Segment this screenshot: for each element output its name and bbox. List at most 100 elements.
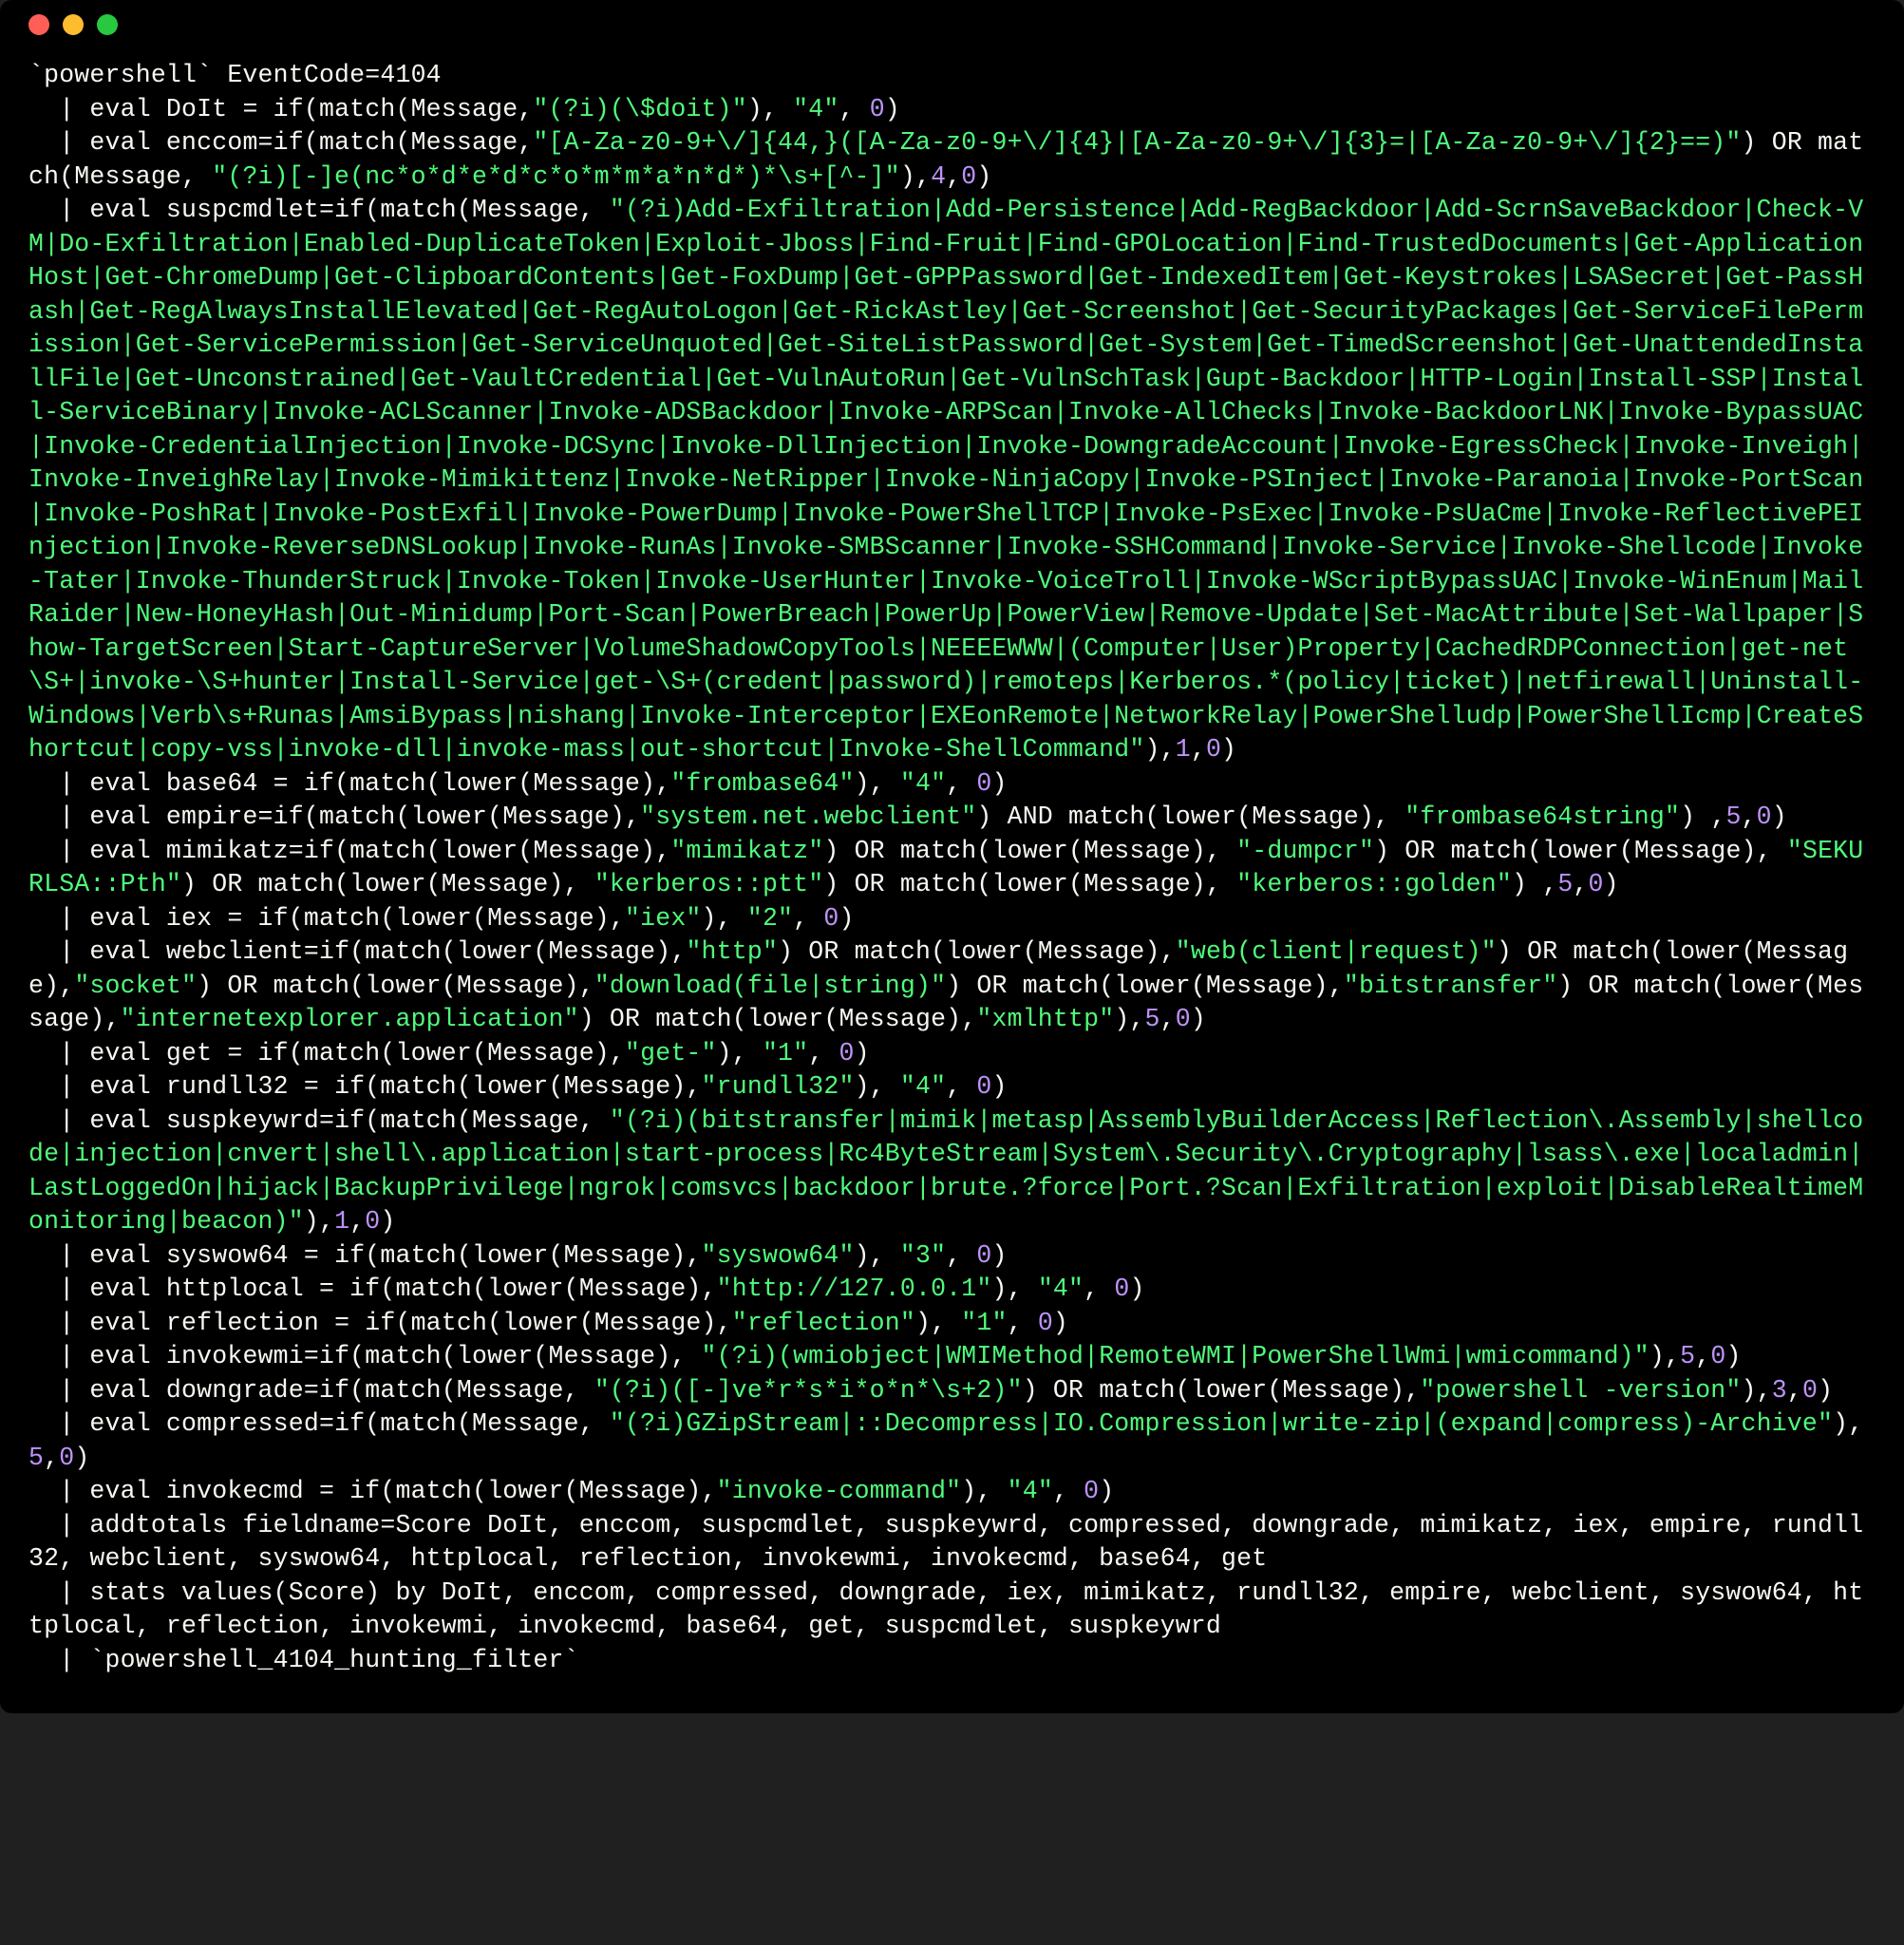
string-token: "4" <box>1008 1477 1053 1505</box>
string-token: "[A-Za-z0-9+\/]{44,}([A-Za-z0-9+\/]{4}|[… <box>533 128 1741 157</box>
number-token: 0 <box>1176 1005 1191 1033</box>
code-token: ) OR match(lower(Message), <box>197 972 594 1000</box>
code-token: ) AND match(lower(Message), <box>976 803 1404 831</box>
string-token: "frombase64" <box>670 769 854 798</box>
code-token: ) OR match(lower(Message), <box>823 837 1236 865</box>
code-token: ), <box>855 1072 900 1101</box>
code-token: , <box>44 1444 59 1472</box>
number-token: 0 <box>1206 735 1221 764</box>
string-token: "socket" <box>74 972 197 1000</box>
string-token: "4" <box>900 769 946 798</box>
string-token: "http://127.0.0.1" <box>717 1275 992 1303</box>
number-token: 5 <box>1680 1342 1695 1370</box>
code-token: ) , <box>1680 803 1725 831</box>
code-token: ), <box>992 1275 1038 1303</box>
code-token: , <box>1191 735 1206 764</box>
code-token: , <box>946 162 961 191</box>
code-token: , <box>1053 1477 1084 1505</box>
string-token: "mimikatz" <box>670 837 823 865</box>
number-token: 0 <box>1710 1342 1725 1370</box>
code-token: ), <box>1650 1342 1680 1370</box>
string-token: "download(file|string)" <box>594 972 946 1000</box>
string-token: "3" <box>900 1241 946 1270</box>
code-token: ) OR match(lower(Message), <box>778 937 1176 966</box>
code-token: ), <box>1742 1376 1772 1405</box>
code-token: ), <box>900 162 931 191</box>
code-token: ), <box>717 1039 763 1067</box>
string-token: "-dumpcr" <box>1236 837 1374 865</box>
titlebar <box>0 0 1904 49</box>
code-token: , <box>1160 1005 1176 1033</box>
code-token: , <box>1084 1275 1114 1303</box>
string-token: "powershell -version" <box>1420 1376 1741 1405</box>
number-token: 0 <box>1757 803 1772 831</box>
string-token: "web(client|request)" <box>1176 937 1497 966</box>
string-token: "invoke-command" <box>717 1477 962 1505</box>
string-token: "4" <box>793 95 839 123</box>
code-token: ), <box>961 1477 1007 1505</box>
string-token: "bitstransfer" <box>1344 972 1557 1000</box>
string-token: "(?i)(\$doit)" <box>533 95 746 123</box>
number-token: 5 <box>28 1444 44 1472</box>
code-token: ) OR match(lower(Message), <box>1374 837 1787 865</box>
string-token: "syswow64" <box>702 1241 855 1270</box>
string-token: "kerberos::golden" <box>1236 870 1512 898</box>
string-token: "(?i)Add-Exfiltration|Add-Persistence|Ad… <box>28 196 1863 764</box>
code-token: , <box>1787 1376 1802 1405</box>
string-token: "1" <box>961 1309 1007 1337</box>
string-token: "(?i)([-]ve*r*s*i*o*n*\s+2)" <box>594 1376 1023 1405</box>
code-token: ) OR match(lower(Message), <box>946 972 1344 1000</box>
code-token: ), <box>1114 1005 1144 1033</box>
number-token: 0 <box>1589 870 1604 898</box>
string-token: "internetexplorer.application" <box>121 1005 579 1033</box>
code-token: ), <box>855 769 900 798</box>
code-token: ) OR match(lower(Message), <box>579 1005 977 1033</box>
code-token: ), <box>702 904 747 933</box>
string-token: "frombase64string" <box>1404 803 1680 831</box>
code-token: , <box>808 1039 839 1067</box>
string-token: "xmlhttp" <box>976 1005 1114 1033</box>
code-token: , <box>793 904 823 933</box>
code-token: ) | addtotals fieldname=Score DoIt, encc… <box>28 1477 1863 1674</box>
number-token: 1 <box>1176 735 1191 764</box>
code-token: ), <box>304 1207 334 1236</box>
number-token: 0 <box>870 95 885 123</box>
zoom-icon[interactable] <box>97 14 118 35</box>
code-token: ) | eval invokecmd = if(match(lower(Mess… <box>28 1444 717 1506</box>
number-token: 3 <box>1772 1376 1787 1405</box>
minimize-icon[interactable] <box>63 14 84 35</box>
string-token: "(?i)(wmiobject|WMIMethod|RemoteWMI|Powe… <box>702 1342 1650 1370</box>
close-icon[interactable] <box>28 14 49 35</box>
number-token: 5 <box>1145 1005 1160 1033</box>
number-token: 0 <box>976 769 991 798</box>
code-token: ), <box>1145 735 1176 764</box>
code-token: ), <box>915 1309 961 1337</box>
code-token: , <box>349 1207 365 1236</box>
number-token: 0 <box>1084 1477 1099 1505</box>
code-token: `powershell` EventCode=4104 | eval DoIt … <box>28 61 533 123</box>
number-token: 0 <box>1114 1275 1129 1303</box>
number-token: 0 <box>59 1444 74 1472</box>
code-token: , <box>1695 1342 1710 1370</box>
code-token: ), <box>747 95 793 123</box>
string-token: "rundll32" <box>702 1072 855 1101</box>
terminal-window: `powershell` EventCode=4104 | eval DoIt … <box>0 0 1904 1713</box>
string-token: "4" <box>900 1072 946 1101</box>
number-token: 0 <box>961 162 976 191</box>
number-token: 0 <box>839 1039 854 1067</box>
string-token: "get-" <box>625 1039 717 1067</box>
number-token: 5 <box>1557 870 1573 898</box>
code-token: , <box>946 1072 976 1101</box>
code-token: , <box>839 95 869 123</box>
code-token: , <box>1573 870 1588 898</box>
number-token: 0 <box>823 904 839 933</box>
number-token: 0 <box>365 1207 380 1236</box>
code-token: , <box>946 1241 976 1270</box>
string-token: "(?i)GZipStream|::Decompress|IO.Compress… <box>610 1409 1833 1438</box>
code-token: ) OR match(lower(Message), <box>823 870 1236 898</box>
code-token: ), <box>1833 1409 1863 1438</box>
string-token: "reflection" <box>732 1309 915 1337</box>
string-token: "2" <box>747 904 793 933</box>
number-token: 0 <box>976 1072 991 1101</box>
number-token: 0 <box>1038 1309 1053 1337</box>
